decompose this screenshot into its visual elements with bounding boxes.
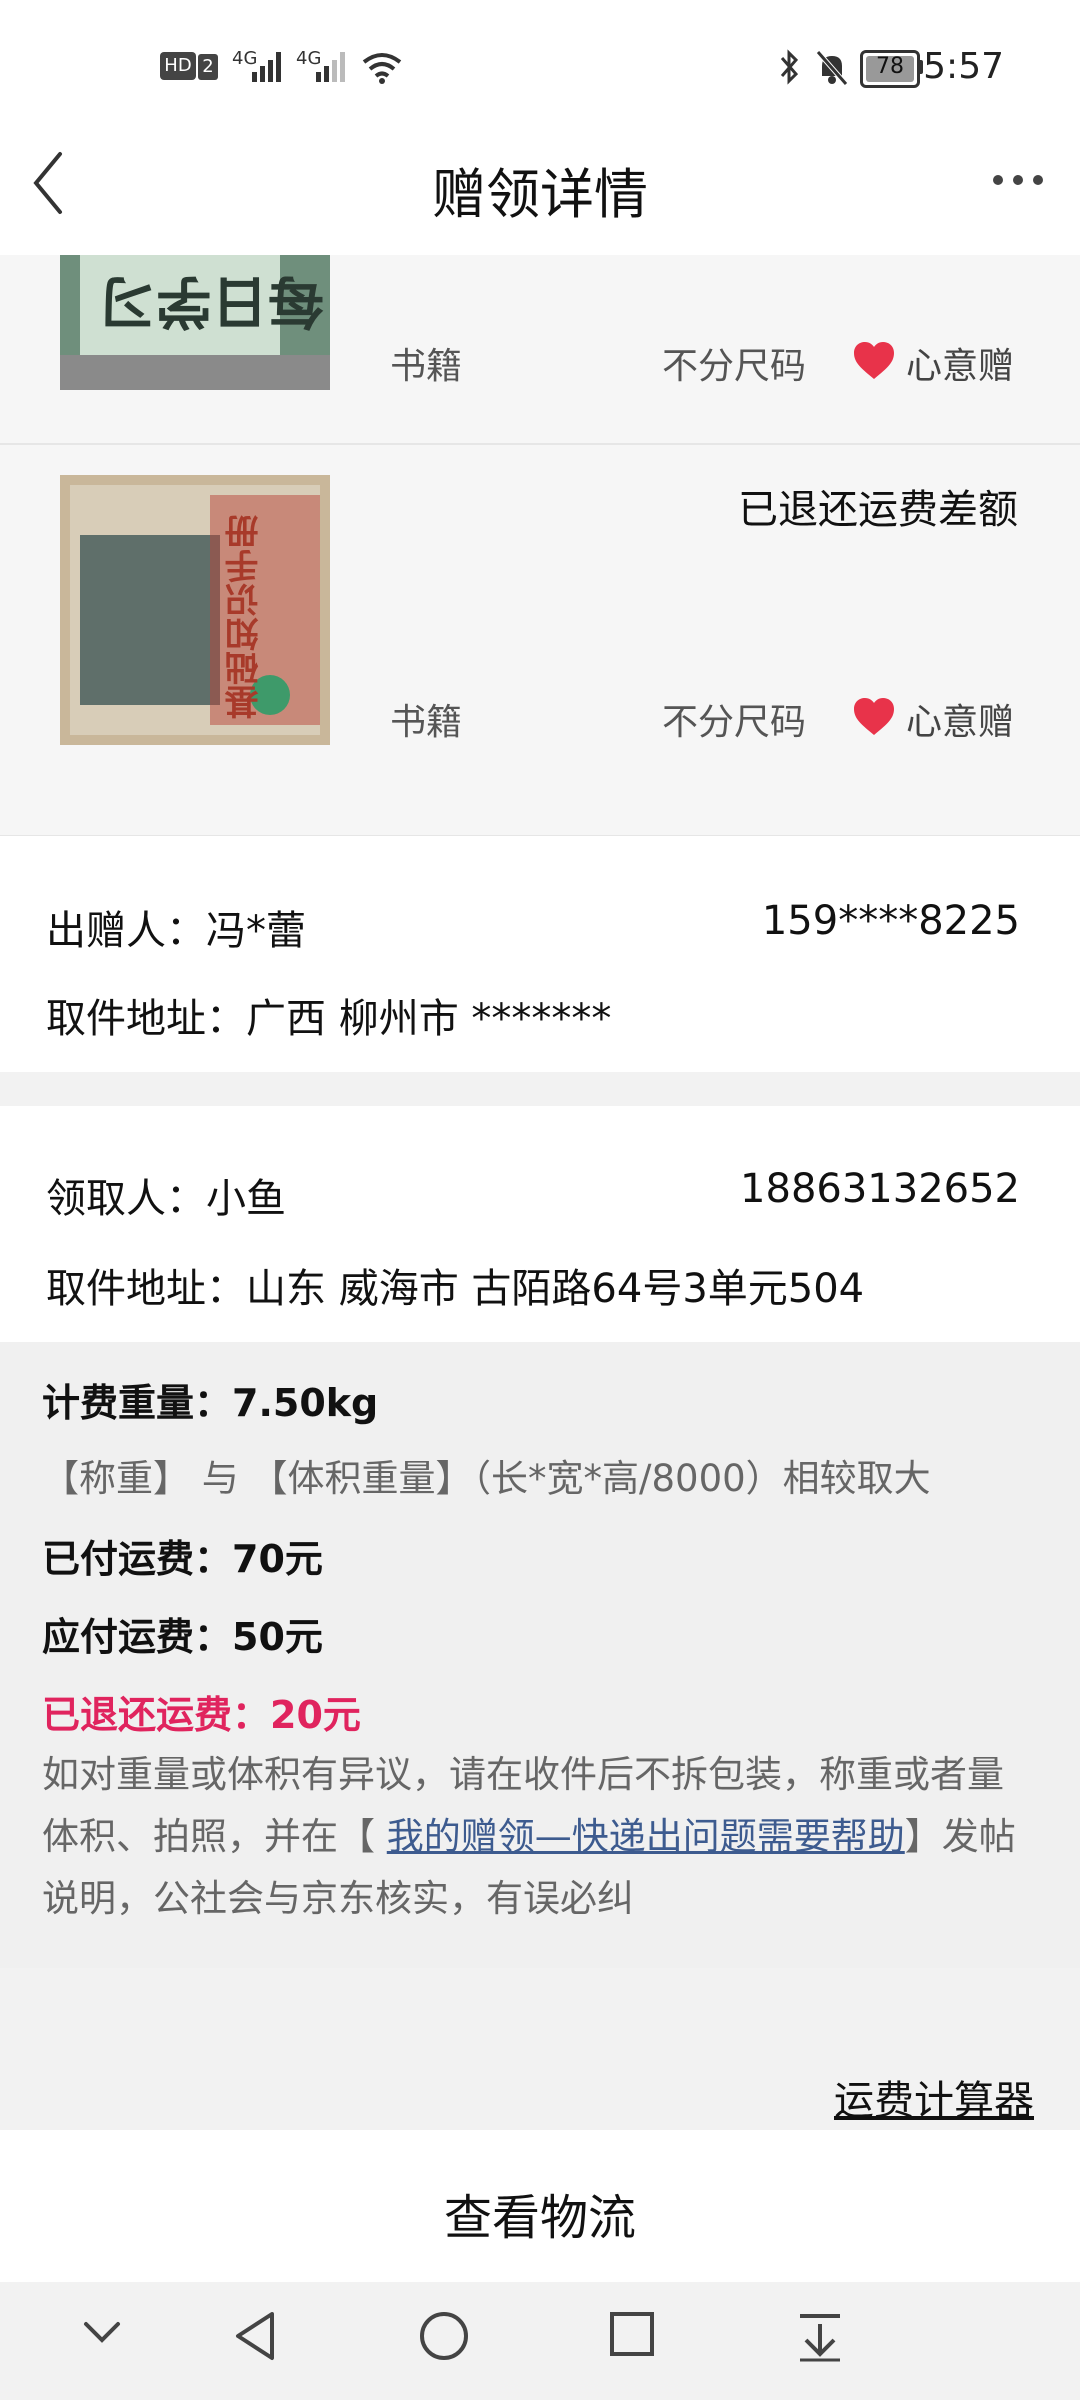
giver-panel: 出赠人：冯*蕾 159****8225 取件地址：广西 柳州市 ******* [0,836,1080,1072]
battery-icon: 78 [860,50,920,88]
view-logistics-button[interactable]: 查看物流 [0,2130,1080,2282]
giver-address-row: 取件地址：广西 柳州市 ******* [46,986,611,1044]
address-label: 取件地址： [46,996,246,1042]
receiver-address-row: 取件地址：山东 威海市 古陌路64号3单元504 [46,1256,864,1314]
shipping-fee-panel: 计费重量：7.50kg 【称重】 与 【体积重量】（长*宽*高/8000）相较取… [0,1342,1080,1968]
item-tag: 心意赠 [906,702,1015,743]
receiver-row: 领取人：小鱼 [46,1166,286,1224]
wifi-icon [362,53,402,84]
receiver-panel: 领取人：小鱼 18863132652 取件地址：山东 威海市 古陌路64号3单元… [0,1106,1080,1342]
paid-fee: 已付运费：70元 [42,1537,323,1581]
chevron-down-icon[interactable] [80,2310,124,2354]
refunded-fee: 已退还运费：20元 [42,1693,361,1737]
sim-slot-badge: 2 [198,54,218,80]
gift-item[interactable]: 每日学习 书籍 不分尺码 心意赠 [0,255,1080,445]
item-category: 书籍 [390,346,463,387]
hd-badge: HD [160,52,196,80]
receiver-address: 山东 威海市 古陌路64号3单元504 [246,1266,865,1312]
status-bar: HD 2 4G 4G 78 5:57 [0,0,1080,130]
receiver-label: 领取人： [46,1176,206,1222]
giver-address: 广西 柳州市 ******* [246,996,612,1042]
item-size: 不分尺码 [662,702,807,743]
notification-pulldown-icon[interactable] [796,2310,844,2362]
heart-icon [854,342,894,379]
signal-icon-2 [316,52,345,82]
system-nav-bar [0,2282,1080,2400]
home-circle-icon[interactable] [418,2310,470,2362]
view-logistics-label: 查看物流 [443,2190,636,2246]
item-thumbnail[interactable]: 基础知识手册 [60,475,330,745]
refund-status: 已退还运费差额 [738,487,1018,533]
more-dots-icon[interactable] [990,170,1046,190]
item-tag: 心意赠 [906,346,1015,387]
mute-icon [816,50,848,86]
billing-weight: 计费重量：7.50kg [42,1381,379,1425]
back-triangle-icon[interactable] [232,2310,276,2362]
clock: 5:57 [923,46,1004,87]
shipping-calculator-link[interactable]: 运费计算器 [834,2068,1034,2126]
item-size: 不分尺码 [662,346,807,387]
giver-name: 冯*蕾 [206,908,306,954]
receiver-phone[interactable]: 18863132652 [740,1166,1020,1212]
giver-label: 出赠人： [46,908,206,954]
help-link[interactable]: 我的赠领—快递出问题需要帮助 [387,1815,905,1858]
thumbnail-text: 每日学习 [100,268,324,333]
dispute-note: 如对重量或体积有异议，请在收件后不拆包装，称重或者量体积、拍照，并在【 我的赠领… [42,1744,1032,1930]
thumbnail-text: 基础知识手册 [225,515,265,719]
due-fee: 应付运费：50元 [42,1615,323,1659]
signal-icon [252,52,281,82]
recents-square-icon[interactable] [608,2310,656,2358]
item-thumbnail[interactable]: 每日学习 [60,255,330,390]
gift-item[interactable]: 基础知识手册 已退还运费差额 书籍 不分尺码 心意赠 [0,445,1080,837]
page-title: 赠领详情 [432,163,648,226]
giver-phone[interactable]: 159****8225 [762,898,1020,944]
address-label: 取件地址： [46,1266,246,1312]
bluetooth-icon [780,49,799,85]
weight-rule: 【称重】 与 【体积重量】（长*宽*高/8000）相较取大 [42,1457,931,1500]
giver-row: 出赠人：冯*蕾 [46,898,306,956]
receiver-name: 小鱼 [206,1176,286,1222]
item-category: 书籍 [390,702,463,743]
battery-level: 78 [876,54,904,79]
heart-icon [854,698,894,735]
